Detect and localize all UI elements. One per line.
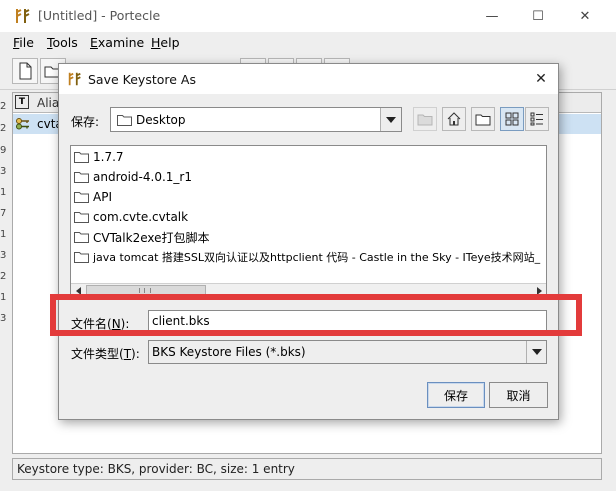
clipped-text: 1: [0, 229, 7, 240]
maximize-button[interactable]: ☐: [515, 0, 561, 32]
file-list[interactable]: 1.7.7 android-4.0.1_r1 API com.cvte.cvta…: [70, 145, 547, 298]
clipped-text: 1: [0, 292, 7, 303]
details-view-button[interactable]: [525, 107, 549, 131]
save-in-location-combo[interactable]: Desktop: [110, 107, 402, 132]
folder-icon: [74, 212, 89, 223]
cancel-button[interactable]: 取消: [489, 382, 548, 408]
portecle-app-icon: [16, 9, 30, 23]
folder-icon: [74, 152, 89, 163]
menu-file[interactable]: File: [13, 35, 34, 50]
list-item[interactable]: com.cvte.cvtalk: [74, 207, 188, 227]
menu-help-mnemonic: H: [151, 35, 161, 50]
file-name: 1.7.7: [93, 150, 124, 164]
list-item[interactable]: CVTalk2exe打包脚本: [74, 227, 210, 247]
filetype-label-prefix: 文件类型(: [71, 347, 124, 361]
save-in-label: 保存:: [71, 115, 100, 129]
new-keystore-button[interactable]: [12, 58, 38, 84]
clipped-text: 1: [0, 187, 7, 198]
menu-examine[interactable]: Examine: [90, 35, 144, 50]
folder-icon: [74, 192, 89, 203]
dropdown-arrow-icon: [531, 349, 542, 355]
file-name: com.cvte.cvtalk: [93, 210, 189, 224]
menu-help[interactable]: Help: [151, 35, 180, 50]
folder-icon: [117, 115, 132, 126]
filetype-label-suffix: ):: [131, 347, 140, 361]
clipped-text: 3: [0, 166, 7, 177]
dialog-title: Save Keystore As: [88, 72, 196, 87]
status-bar: Keystore type: BKS, provider: BC, size: …: [12, 458, 602, 480]
scrollbar-grip: [139, 288, 151, 293]
list-item[interactable]: API: [74, 187, 112, 207]
folder-icon: [74, 232, 89, 243]
clipped-text: 3: [0, 313, 7, 324]
new-folder-icon: [475, 114, 491, 126]
column-header-type[interactable]: T: [15, 95, 29, 109]
clipped-text: 2: [0, 101, 7, 112]
list-item[interactable]: 1.7.7: [74, 147, 124, 167]
clipped-text: 7: [0, 208, 7, 219]
menu-file-label: ile: [19, 35, 34, 50]
maximize-icon: ☐: [532, 8, 544, 24]
close-icon: ✕: [579, 8, 591, 24]
clipped-text: 2: [0, 271, 7, 282]
filetype-combo[interactable]: BKS Keystore Files (*.bks): [148, 340, 547, 364]
details-view-icon: [530, 112, 543, 126]
close-icon: ✕: [535, 71, 547, 87]
main-titlebar: [Untitled] - Portecle — ☐ ✕: [0, 0, 616, 32]
filetype-label: 文件类型(T):: [71, 345, 140, 362]
menu-tools[interactable]: Tools: [47, 35, 78, 50]
clipped-text: 9: [0, 145, 7, 156]
new-document-icon: [19, 62, 32, 80]
menu-examine-mnemonic: E: [90, 35, 98, 50]
folder-icon: [74, 172, 89, 183]
filetype-dropdown-button[interactable]: [526, 341, 546, 363]
portecle-app-icon: [68, 72, 81, 86]
file-name: android-4.0.1_r1: [93, 170, 192, 184]
save-button[interactable]: 保存: [427, 382, 485, 408]
file-name: java tomcat 搭建SSL双向认证以及httpclient 代码 - C…: [93, 251, 541, 264]
folder-icon: [74, 252, 89, 263]
file-name: API: [93, 190, 112, 204]
window-title: [Untitled] - Portecle: [38, 8, 161, 23]
status-text: Keystore type: BKS, provider: BC, size: …: [17, 462, 295, 476]
filetype-label-mnemonic: T: [123, 347, 132, 361]
up-one-level-button[interactable]: [413, 107, 437, 131]
menu-tools-label: ools: [52, 35, 78, 50]
minimize-icon: —: [485, 8, 499, 24]
dialog-titlebar: Save Keystore As ✕: [59, 64, 558, 94]
filetype-value: BKS Keystore Files (*.bks): [152, 345, 306, 359]
close-window-button[interactable]: ✕: [562, 0, 608, 32]
dropdown-arrow-icon: [386, 116, 396, 123]
save-in-location-value: Desktop: [136, 113, 186, 127]
column-header-alias[interactable]: Alia: [37, 96, 59, 110]
clipped-text: 2: [0, 123, 7, 134]
list-item[interactable]: java tomcat 搭建SSL双向认证以及httpclient 代码 - C…: [74, 247, 544, 267]
dialog-close-button[interactable]: ✕: [529, 67, 553, 91]
menu-examine-label: xamine: [97, 35, 145, 50]
save-keystore-dialog: Save Keystore As ✕ 保存: Desktop 1.7.7 and…: [58, 63, 559, 420]
minimize-button[interactable]: —: [469, 0, 515, 32]
new-folder-button[interactable]: [471, 107, 495, 131]
up-folder-icon: [417, 114, 433, 126]
list-view-icon: [505, 112, 519, 126]
keypair-icon: [16, 118, 29, 130]
highlight-annotation-box: [50, 294, 582, 336]
menubar: File Tools Examine Help: [0, 32, 616, 54]
list-view-button[interactable]: [500, 107, 524, 131]
list-item[interactable]: android-4.0.1_r1: [74, 167, 192, 187]
home-button[interactable]: [442, 107, 466, 131]
location-dropdown-button[interactable]: [380, 108, 401, 131]
file-name: CVTalk2exe打包脚本: [93, 230, 210, 245]
menu-help-label: elp: [160, 35, 180, 50]
clipped-text: 3: [0, 250, 7, 261]
home-icon: [447, 112, 461, 126]
